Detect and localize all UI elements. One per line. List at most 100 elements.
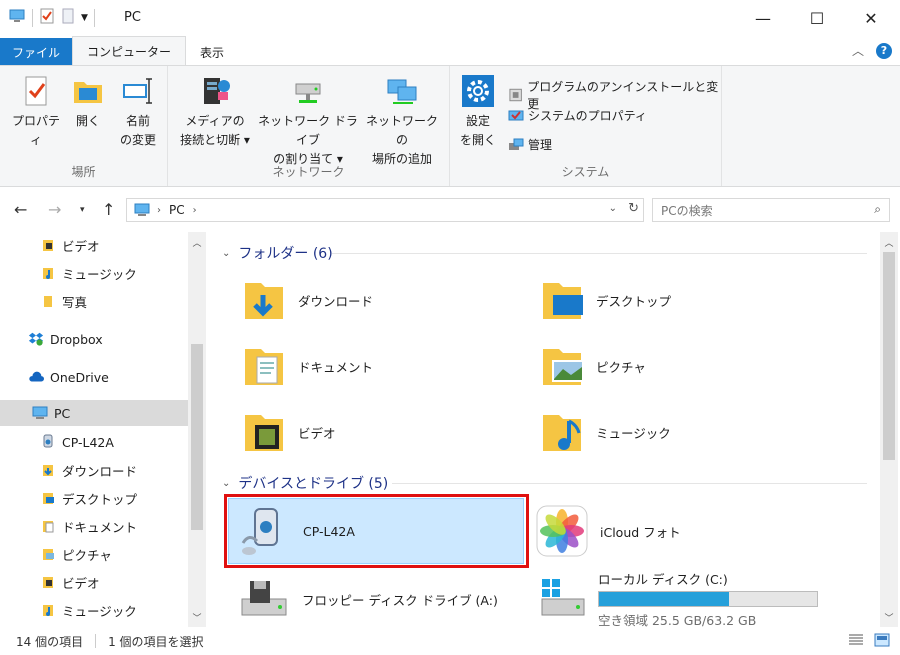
music-folder-icon xyxy=(40,602,56,618)
breadcrumb-pc[interactable]: PC xyxy=(169,203,185,217)
new-folder-icon[interactable] xyxy=(61,8,75,27)
large-icons-view-icon[interactable] xyxy=(874,633,890,650)
back-arrow-icon[interactable]: ← xyxy=(14,200,27,219)
add-network-location-button[interactable]: ネットワークの 場所の追加 xyxy=(362,74,442,169)
nav-item-pc[interactable]: PC xyxy=(0,400,188,426)
nav-item-pictures[interactable]: ピクチャ xyxy=(0,541,188,567)
content-scroll-thumb[interactable] xyxy=(883,252,895,460)
music-folder-icon xyxy=(40,265,56,281)
collapse-ribbon-icon[interactable]: ︿ xyxy=(852,42,864,59)
computer-icon[interactable] xyxy=(8,8,26,27)
item-count: 14 個の項目 xyxy=(16,634,84,649)
ribbon-tabs: ファイル コンピューター 表示 ︿ ? xyxy=(0,36,900,66)
media-server-icon xyxy=(204,78,230,104)
breadcrumb-separator-icon[interactable]: › xyxy=(157,205,161,216)
up-arrow-icon[interactable]: ↑ xyxy=(102,200,115,219)
rename-icon xyxy=(123,78,152,104)
pictures-folder-icon xyxy=(40,546,56,562)
nav-item-desktop[interactable]: デスクトップ xyxy=(0,485,188,511)
open-folder-icon xyxy=(74,82,102,103)
group-label-network: ネットワーク xyxy=(272,165,345,179)
address-bar[interactable]: › PC › ⌄ ↻ xyxy=(126,198,644,222)
scroll-up-icon[interactable]: ︿ xyxy=(188,234,206,250)
details-view-icon[interactable] xyxy=(848,633,864,650)
forward-arrow-icon[interactable]: → xyxy=(48,200,61,219)
device-tile-cp-l42a[interactable]: CP-L42A xyxy=(228,498,524,564)
device-tile-icloud-photos[interactable]: iCloud フォト xyxy=(530,498,826,564)
tab-computer[interactable]: コンピューター xyxy=(72,36,187,66)
tab-view[interactable]: 表示 xyxy=(186,38,238,66)
scroll-down-icon[interactable]: ﹀ xyxy=(188,609,206,625)
folder-tile-pictures[interactable]: ピクチャ xyxy=(538,336,798,396)
navigation-pane: ビデオ ミュージック 写真 Dropbox OneDrive PC CP-L42… xyxy=(0,232,206,627)
breadcrumb-chevron-icon[interactable]: › xyxy=(193,205,197,216)
nav-item-videos-2[interactable]: ビデオ xyxy=(0,569,188,595)
tab-file[interactable]: ファイル xyxy=(0,38,73,66)
search-icon[interactable]: ⌕ xyxy=(874,202,881,217)
folder-tile-downloads[interactable]: ダウンロード xyxy=(240,270,500,330)
properties-button[interactable]: プロパティ xyxy=(8,74,64,150)
qat-dropdown-icon[interactable]: ▼ xyxy=(81,13,88,23)
window-title: PC xyxy=(124,10,141,25)
nav-item-cp-l42a[interactable]: CP-L42A xyxy=(0,429,188,455)
folder-tile-desktop[interactable]: デスクトップ xyxy=(538,270,798,330)
network-drive-icon xyxy=(295,83,321,103)
documents-folder-icon xyxy=(240,342,288,390)
minimize-button[interactable]: — xyxy=(740,0,786,36)
nav-item-documents[interactable]: ドキュメント xyxy=(0,513,188,539)
content-pane: ⌄ フォルダー (6) ダウンロード デスクトップ ドキュメント ピクチャ ビデ… xyxy=(210,232,880,627)
devices-group-header[interactable]: ⌄ デバイスとドライブ (5) xyxy=(222,472,867,494)
nav-scroll-thumb[interactable] xyxy=(191,344,203,530)
rename-button[interactable]: 名前 の変更 xyxy=(112,74,164,150)
folder-tile-music[interactable]: ミュージック xyxy=(538,402,798,462)
ribbon: プロパティ 開く 名前 の変更 場所 メディアの 接続と切断 ▾ ネットワーク … xyxy=(0,65,900,187)
refresh-icon[interactable]: ↻ xyxy=(628,201,639,216)
media-connect-button[interactable]: メディアの 接続と切断 ▾ xyxy=(174,74,256,150)
address-dropdown-icon[interactable]: ⌄ xyxy=(609,203,617,214)
nav-item-music-2[interactable]: ミュージック xyxy=(0,597,188,623)
settings-gear-icon xyxy=(462,75,494,107)
uninstall-icon xyxy=(509,88,522,102)
folder-icon xyxy=(40,293,56,309)
folder-tile-documents[interactable]: ドキュメント xyxy=(240,336,500,396)
onedrive-cloud-icon xyxy=(28,369,44,385)
recent-locations-chevron-icon[interactable]: ▾ xyxy=(80,205,85,215)
manage-button[interactable]: 管理 xyxy=(508,136,552,153)
nav-item-videos[interactable]: ビデオ xyxy=(0,232,188,258)
scroll-down-icon[interactable]: ﹀ xyxy=(880,609,898,625)
chevron-down-icon: ⌄ xyxy=(222,477,231,489)
desktop-folder-icon xyxy=(40,490,56,506)
nav-item-onedrive[interactable]: OneDrive xyxy=(0,364,188,390)
camera-device-icon xyxy=(237,503,293,559)
icloud-photos-icon xyxy=(534,503,590,559)
nav-item-downloads[interactable]: ダウンロード xyxy=(0,457,188,483)
selected-count: 1 個の項目を選択 xyxy=(108,634,204,649)
nav-item-photos[interactable]: 写真 xyxy=(0,288,188,314)
nav-item-music[interactable]: ミュージック xyxy=(0,260,188,286)
search-box[interactable]: PCの検索 ⌕ xyxy=(652,198,890,222)
pictures-folder-icon xyxy=(538,342,586,390)
help-icon[interactable]: ? xyxy=(876,42,892,59)
folder-tile-videos[interactable]: ビデオ xyxy=(240,402,500,462)
video-folder-icon xyxy=(40,237,56,253)
system-properties-button[interactable]: システムのプロパティ xyxy=(508,107,647,124)
content-scrollbar[interactable]: ︿ ﹀ xyxy=(880,232,898,627)
open-button[interactable]: 開く xyxy=(66,74,110,131)
maximize-button[interactable]: ☐ xyxy=(794,0,840,36)
pc-icon xyxy=(134,203,150,216)
close-button[interactable]: ✕ xyxy=(848,0,894,36)
search-input[interactable]: PCの検索 xyxy=(661,202,713,219)
videos-folder-icon xyxy=(240,408,288,456)
nav-item-dropbox[interactable]: Dropbox xyxy=(0,326,188,352)
group-label-system: システム xyxy=(561,165,610,179)
drive-c-free-space: 空き領域 25.5 GB/63.2 GB xyxy=(598,613,757,627)
chevron-down-icon: ⌄ xyxy=(222,247,231,259)
scroll-up-icon[interactable]: ︿ xyxy=(880,234,898,250)
map-network-drive-button[interactable]: ネットワーク ドライブ の割り当て ▾ xyxy=(254,74,362,169)
nav-pane-scrollbar[interactable]: ︿ ﹀ xyxy=(188,232,206,627)
open-settings-button[interactable]: 設定 を開く xyxy=(456,74,500,150)
properties-check-icon[interactable] xyxy=(39,8,55,27)
device-tile-floppy[interactable]: フロッピー ディスク ドライブ (A:) xyxy=(228,566,524,627)
folders-group-header[interactable]: ⌄ フォルダー (6) xyxy=(222,242,867,264)
device-tile-local-disk-c[interactable]: ローカル ディスク (C:) 空き領域 25.5 GB/63.2 GB xyxy=(530,566,860,627)
